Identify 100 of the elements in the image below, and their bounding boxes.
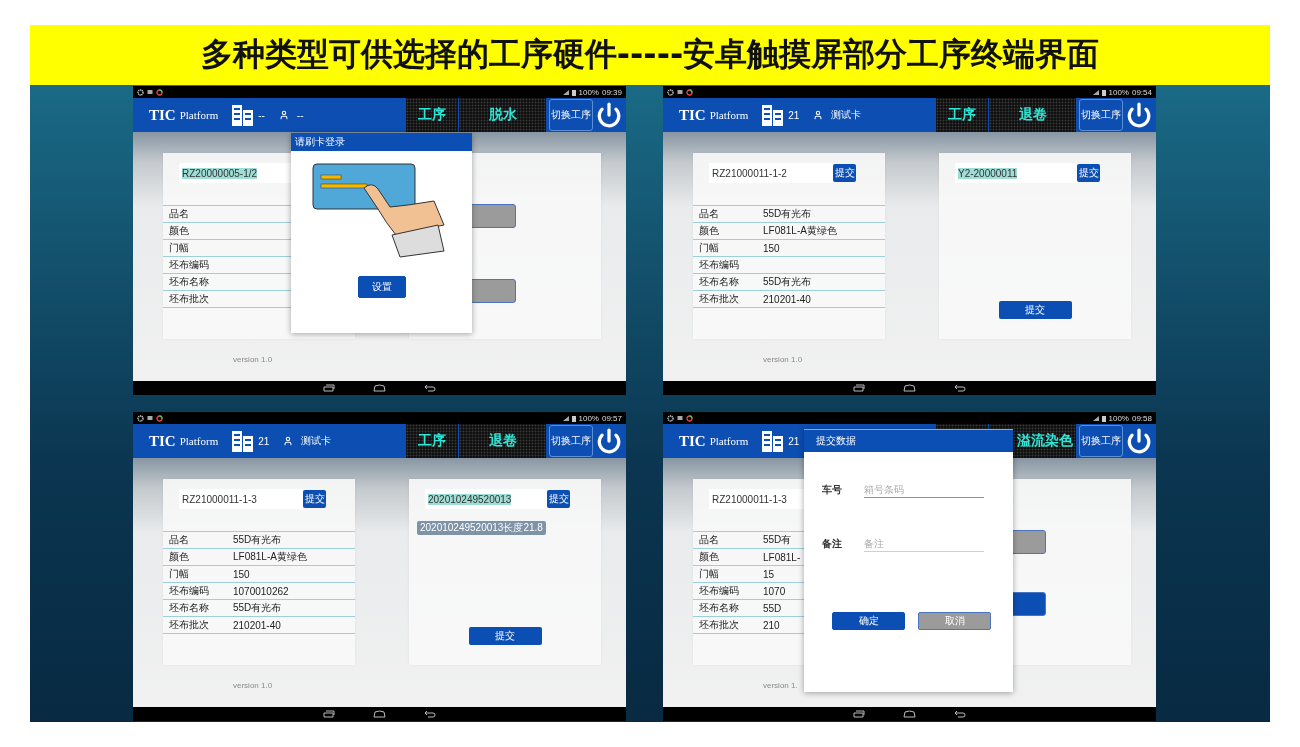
signal-icon xyxy=(1092,89,1099,95)
brand-subtitle: Platform xyxy=(709,435,749,447)
power-icon[interactable] xyxy=(596,102,622,128)
version-text: version 1.0 xyxy=(233,355,273,364)
battery-level: 100% xyxy=(1108,87,1129,97)
row-label: 坯布名称 xyxy=(698,275,740,289)
user-name: -- xyxy=(296,109,304,121)
building-number: 21 xyxy=(788,435,800,447)
user-name: 测试卡 xyxy=(831,108,862,122)
gear-icon xyxy=(667,88,674,96)
brand-subtitle: Platform xyxy=(709,109,749,121)
row-label: 坯布名称 xyxy=(168,601,210,615)
building-number: -- xyxy=(258,109,265,121)
battery-level: 100% xyxy=(1108,413,1129,423)
row-value: LF081L-A黄绿色 xyxy=(763,224,837,238)
home-icon[interactable] xyxy=(373,710,386,718)
row-label: 品名 xyxy=(698,207,720,221)
building-icon xyxy=(231,104,256,126)
row-label: 颜色 xyxy=(698,550,720,564)
row-label: 品名 xyxy=(168,533,190,547)
switch-process-button[interactable]: 切换工序 xyxy=(1079,425,1123,457)
process-label: 工序 xyxy=(948,106,976,124)
row-label: 颜色 xyxy=(168,224,190,238)
result-tag: 202010249520013长度21.8 xyxy=(417,521,546,535)
row-label: 坯布名称 xyxy=(168,275,210,289)
home-icon[interactable] xyxy=(903,710,916,718)
row-label: 颜色 xyxy=(698,224,720,238)
battery-icon xyxy=(1101,414,1106,422)
row-value: 55D有 xyxy=(763,533,792,547)
home-icon[interactable] xyxy=(373,384,386,392)
row-value: 150 xyxy=(233,568,250,580)
recent-apps-icon[interactable] xyxy=(853,384,865,392)
input-field[interactable]: 202010249520013 xyxy=(425,489,547,509)
submit-button[interactable]: 提交 xyxy=(1077,164,1100,182)
process-label: 工序 xyxy=(418,432,446,450)
row-label: 坯布批次 xyxy=(698,618,740,632)
color-ring-icon xyxy=(686,88,693,96)
color-ring-icon xyxy=(686,414,693,422)
submit-button[interactable]: 提交 xyxy=(547,490,570,508)
power-icon[interactable] xyxy=(1126,102,1152,128)
row-label: 坯布编码 xyxy=(168,258,210,272)
submit-button[interactable]: 提交 xyxy=(303,490,326,508)
status-time: 09:39 xyxy=(601,87,622,97)
back-icon[interactable] xyxy=(424,384,436,392)
user-icon xyxy=(278,110,289,120)
process-name: 脱水 xyxy=(488,106,517,124)
switch-process-button[interactable]: 切换工序 xyxy=(549,425,593,457)
row-value: 55D有光布 xyxy=(233,533,282,547)
recent-apps-icon[interactable] xyxy=(323,384,335,392)
row-label: 门幅 xyxy=(698,241,720,255)
brand-name: TIC xyxy=(679,432,706,450)
switch-process-button[interactable]: 切换工序 xyxy=(549,99,593,131)
row-value: 150 xyxy=(763,242,780,254)
input-field[interactable]: RZ21000011-1-2 xyxy=(709,163,833,183)
row-label: 门幅 xyxy=(698,567,720,581)
row-label: 颜色 xyxy=(168,550,190,564)
row-value: LF081L- xyxy=(763,551,801,563)
process-name: 溢流染色 xyxy=(1017,432,1073,450)
building-icon xyxy=(231,430,256,452)
home-icon[interactable] xyxy=(903,384,916,392)
battery-icon xyxy=(571,414,576,422)
slide-title: 多种类型可供选择的工序硬件-----安卓触摸屏部分工序终端界面 xyxy=(200,34,1100,75)
version-text: version 1. xyxy=(763,681,798,690)
user-icon xyxy=(283,436,294,446)
row-value: 210201-40 xyxy=(233,619,281,631)
input-field[interactable]: 箱号条码 xyxy=(864,482,984,498)
input-field[interactable]: RZ21000011-1-3 xyxy=(179,489,303,509)
power-icon[interactable] xyxy=(596,428,622,454)
row-value: 55D有光布 xyxy=(763,275,812,289)
back-icon[interactable] xyxy=(424,710,436,718)
process-label: 工序 xyxy=(418,106,446,124)
process-name: 退卷 xyxy=(488,432,517,450)
submit-button[interactable]: 提交 xyxy=(833,164,856,182)
user-name: 测试卡 xyxy=(301,434,332,448)
row-value: 210201-40 xyxy=(763,293,811,305)
row-label: 品名 xyxy=(698,533,720,547)
version-text: version 1.0 xyxy=(233,681,273,690)
brand-subtitle: Platform xyxy=(179,109,219,121)
row-value: 15 xyxy=(763,568,775,580)
recent-apps-icon[interactable] xyxy=(323,710,335,718)
switch-process-button[interactable]: 切换工序 xyxy=(1079,99,1123,131)
submit-button[interactable]: 提交 xyxy=(468,627,542,645)
power-icon[interactable] xyxy=(1126,428,1152,454)
dialog-title: 请刷卡登录 xyxy=(291,133,472,151)
input-field[interactable]: Y2-20000011 xyxy=(955,163,1077,183)
version-text: version 1.0 xyxy=(763,355,803,364)
dialog-title: 提交数据 xyxy=(804,429,1013,452)
submit-button[interactable]: 提交 xyxy=(998,301,1072,319)
back-icon[interactable] xyxy=(954,384,966,392)
field-label: 备注 xyxy=(821,537,843,551)
settings-button[interactable]: 设置 xyxy=(357,276,406,298)
recent-apps-icon[interactable] xyxy=(853,710,865,718)
back-icon[interactable] xyxy=(954,710,966,718)
input-field[interactable]: 备注 xyxy=(864,536,984,552)
process-name: 退卷 xyxy=(1018,106,1047,124)
gear-icon xyxy=(667,414,674,422)
brand-name: TIC xyxy=(679,106,706,124)
row-label: 坯布编码 xyxy=(698,584,740,598)
brand-name: TIC xyxy=(149,432,176,450)
confirm-button[interactable]: 确定 xyxy=(832,612,905,630)
